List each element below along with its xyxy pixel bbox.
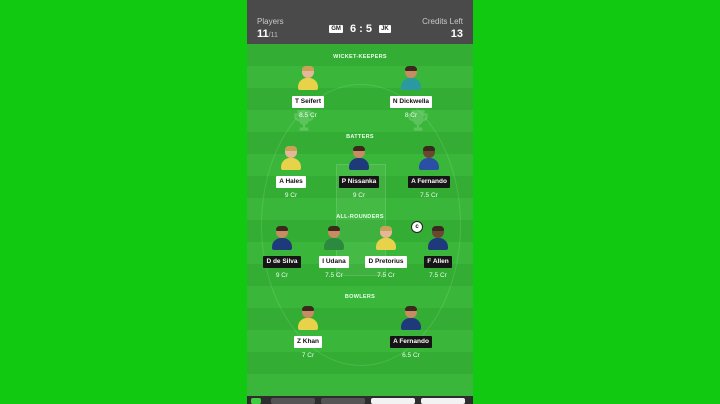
- bottom-button[interactable]: [271, 398, 315, 404]
- player-credit: 9 Cr: [275, 272, 289, 279]
- bottom-button[interactable]: [321, 398, 365, 404]
- player-avatar: [348, 146, 370, 170]
- player-name: A Hales: [276, 176, 306, 188]
- captain-badge: c: [411, 221, 423, 233]
- bottom-button[interactable]: [421, 398, 465, 404]
- player-card[interactable]: N Dickwella 8 Cr: [381, 66, 441, 119]
- player-name: A Fernando: [390, 336, 432, 348]
- player-avatar: [400, 66, 422, 90]
- player-card[interactable]: A Fernando 6.5 Cr: [381, 306, 441, 359]
- player-avatar: [297, 306, 319, 330]
- bottom-action-bar: [247, 396, 473, 404]
- section-batters: BATTERS: [346, 134, 374, 140]
- team2-tag: JK: [379, 25, 391, 34]
- player-credit: 8.5 Cr: [299, 112, 317, 119]
- player-card[interactable]: I Udana 7.5 Cr: [304, 226, 364, 279]
- player-name: T Seifert: [291, 96, 324, 108]
- player-credit: 9 Cr: [352, 192, 366, 199]
- player-credit: 7.5 Cr: [325, 272, 343, 279]
- player-card[interactable]: Z Khan 7 Cr: [278, 306, 338, 359]
- credits-label: Credits Left: [422, 17, 463, 26]
- player-avatar: [400, 306, 422, 330]
- player-name: A Fernando: [408, 176, 450, 188]
- team-split: 6 : 5: [349, 23, 372, 36]
- player-avatar: [280, 146, 302, 170]
- section-bowlers: BOWLERS: [344, 294, 376, 300]
- player-credit: 9 Cr: [284, 192, 298, 199]
- team-header: Players 11/11 GM 6 : 5 JK Credits Left 1…: [247, 0, 473, 44]
- player-card[interactable]: A Fernando 7.5 Cr: [399, 146, 459, 199]
- player-card[interactable]: A Hales 9 Cr: [261, 146, 321, 199]
- section-wicket-keepers: WICKET-KEEPERS: [333, 54, 387, 60]
- team-logo-icon: [251, 398, 261, 404]
- player-avatar: [418, 146, 440, 170]
- player-avatar: [271, 226, 293, 250]
- section-all-rounders: ALL-ROUNDERS: [336, 214, 384, 220]
- player-credit: 7.5 Cr: [420, 192, 438, 199]
- player-avatar: [427, 226, 449, 250]
- team1-tag: GM: [329, 25, 343, 34]
- player-credit: 7 Cr: [301, 352, 315, 359]
- player-credit: 6.5 Cr: [402, 352, 420, 359]
- player-credit: 7.5 Cr: [429, 272, 447, 279]
- bottom-button[interactable]: [371, 398, 415, 404]
- player-card[interactable]: D de Silva 9 Cr: [252, 226, 312, 279]
- player-name: D Pretorius: [365, 256, 407, 268]
- player-card[interactable]: D Pretorius 7.5 Cr: [356, 226, 416, 279]
- player-name: P Nissanka: [338, 176, 380, 188]
- player-name: Z Khan: [293, 336, 323, 348]
- player-credit: 8 Cr: [404, 112, 418, 119]
- credits-value: 13: [450, 28, 463, 40]
- player-avatar: [375, 226, 397, 250]
- phone-screen: Players 11/11 GM 6 : 5 JK Credits Left 1…: [247, 0, 473, 404]
- player-card[interactable]: F Allen 7.5 Cr: [408, 226, 468, 279]
- player-name: D de Silva: [263, 256, 301, 268]
- player-avatar: [323, 226, 345, 250]
- player-card[interactable]: P Nissanka 9 Cr: [329, 146, 389, 199]
- player-credit: 7.5 Cr: [377, 272, 395, 279]
- player-card[interactable]: T Seifert 8.5 Cr: [278, 66, 338, 119]
- player-avatar: [297, 66, 319, 90]
- player-name: N Dickwella: [389, 96, 433, 108]
- player-name: I Udana: [319, 256, 349, 268]
- player-name: F Allen: [424, 256, 452, 268]
- cricket-field: WICKET-KEEPERS T Seifert 8.5 Cr N Dickwe…: [247, 44, 473, 396]
